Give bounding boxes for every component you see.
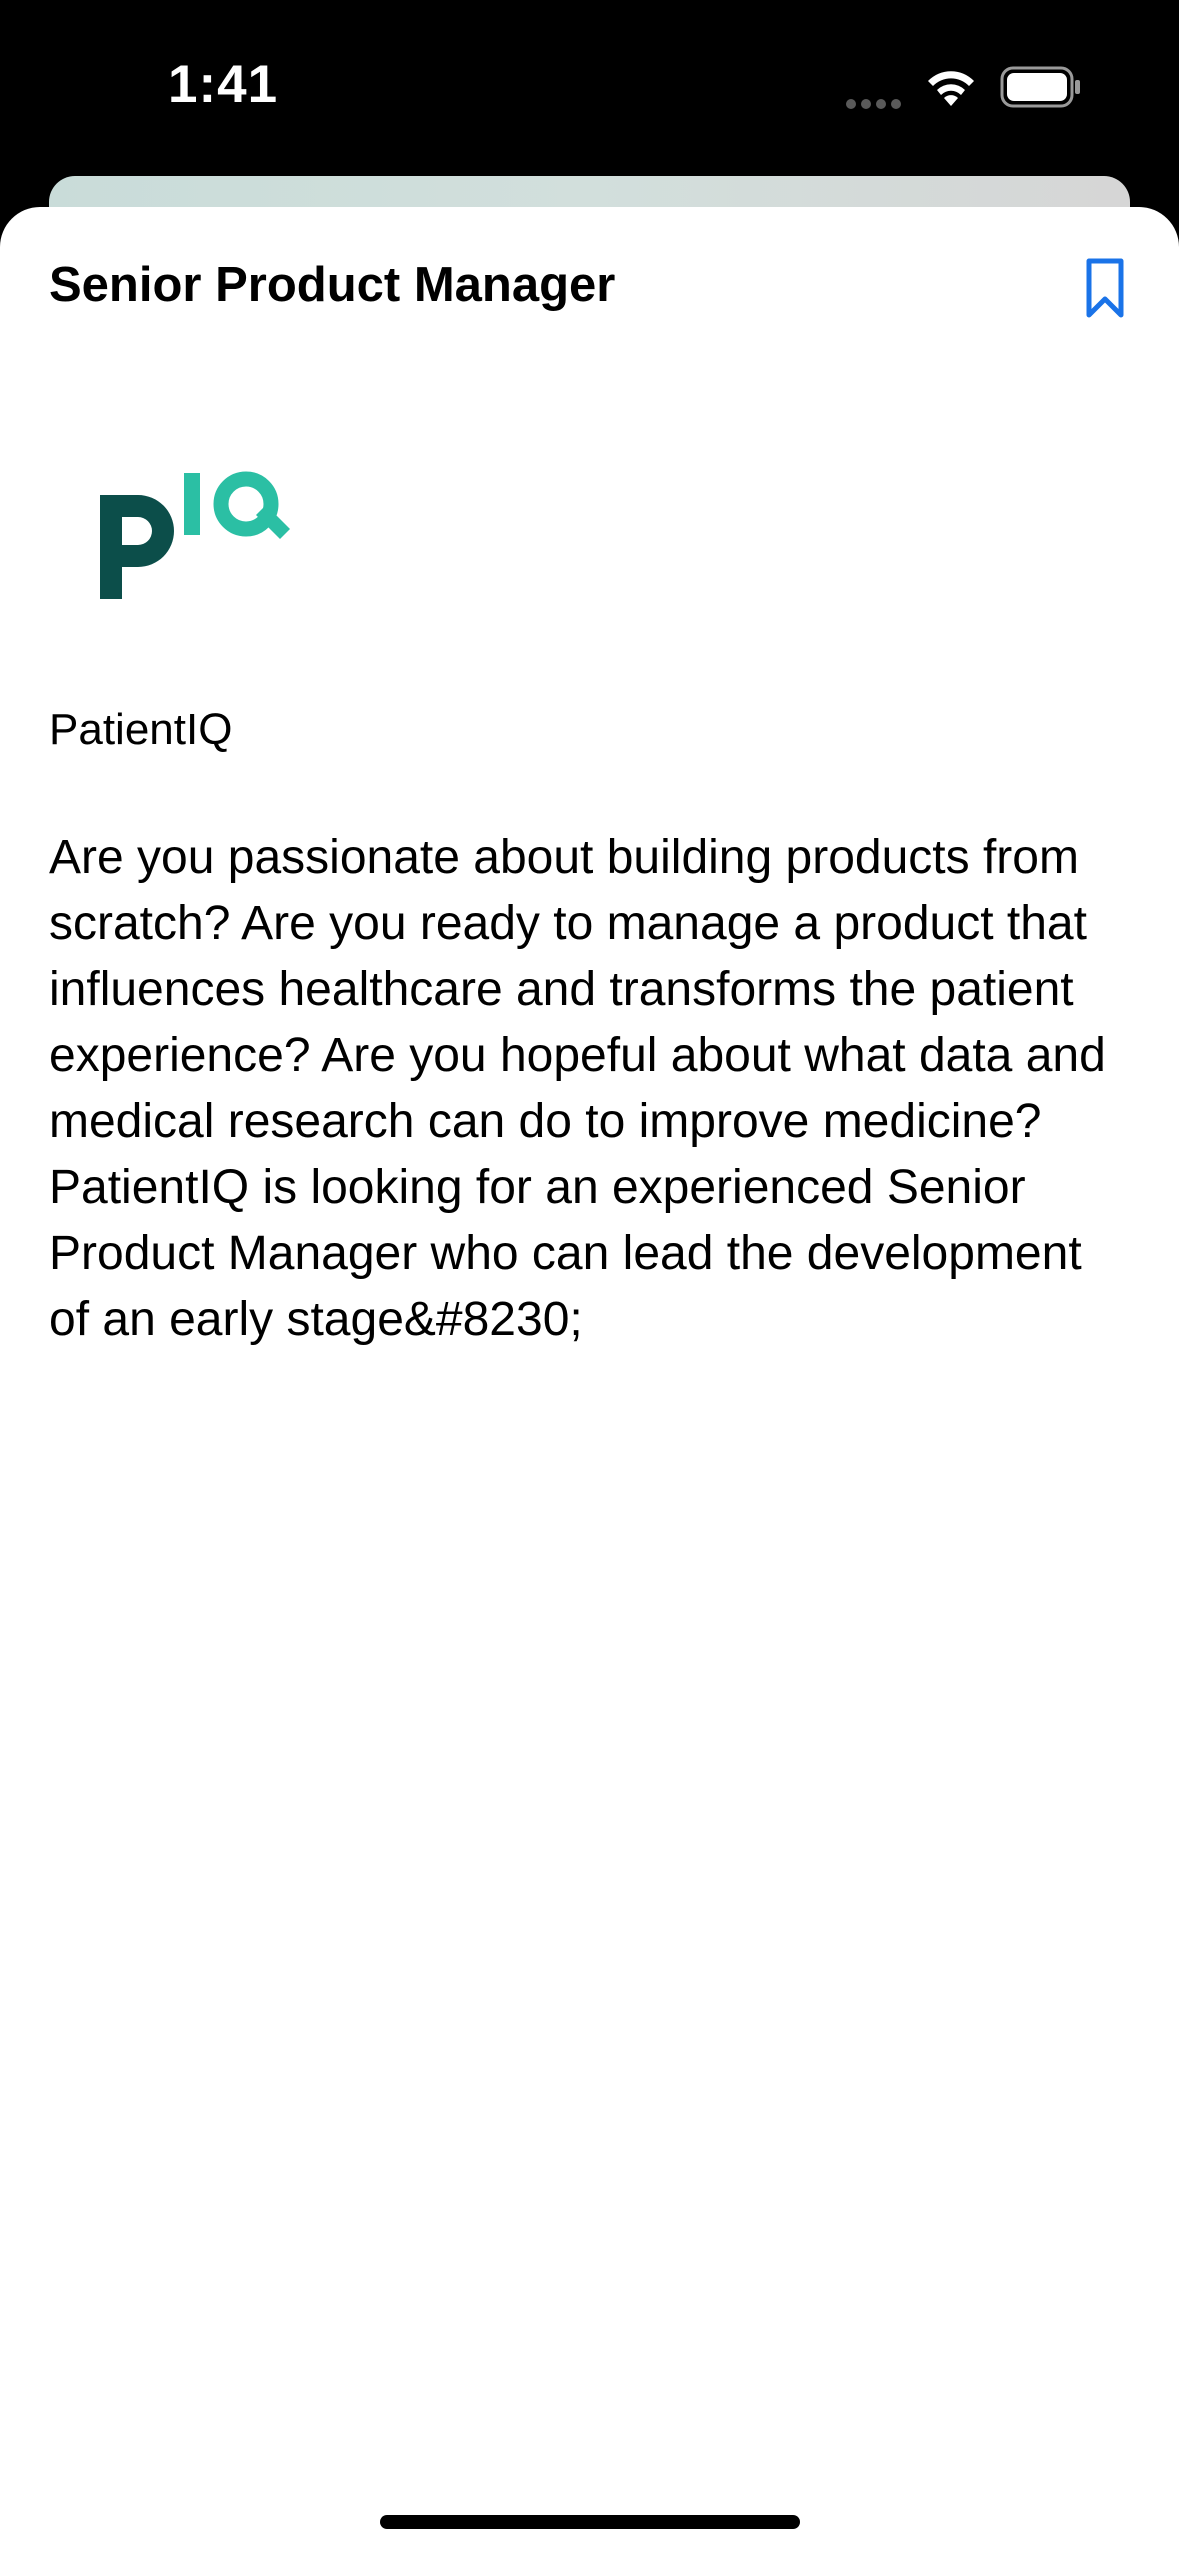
job-description: Are you passionate about building produc… (49, 831, 1106, 1346)
bookmark-icon[interactable] (1083, 257, 1127, 321)
job-title: Senior Product Manager (49, 258, 616, 312)
company-logo (100, 471, 290, 599)
screen: 1:41 Senior Product Manager PatientIQ Ar… (0, 0, 1179, 2556)
signal-dots-icon (846, 96, 906, 109)
job-detail-sheet: Senior Product Manager PatientIQ Are you… (0, 207, 1179, 2556)
status-time: 1:41 (168, 55, 279, 114)
wifi-icon (928, 71, 974, 106)
company-name: PatientIQ (49, 705, 233, 754)
home-indicator[interactable] (380, 2515, 800, 2529)
battery-icon (1000, 66, 1080, 108)
status-bar: 1:41 (0, 0, 1179, 170)
